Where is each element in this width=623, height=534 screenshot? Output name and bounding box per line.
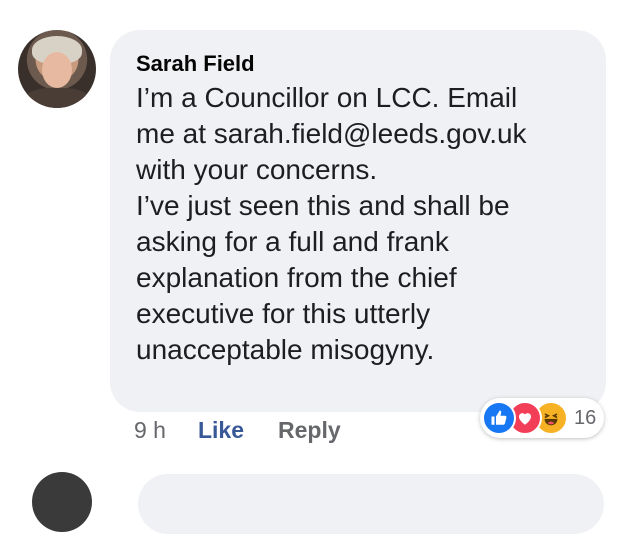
comment-timestamp[interactable]: 9 h	[134, 414, 166, 446]
comment-bubble: Sarah Field I’m a Councillor on LCC. Ema…	[110, 30, 606, 412]
reactions-summary[interactable]: 16	[480, 398, 605, 438]
avatar-body	[24, 88, 90, 108]
comment-text: I’m a Councillor on LCC. Email me at sar…	[136, 82, 527, 365]
reply-button[interactable]: Reply	[278, 414, 341, 446]
next-comment-bubble	[138, 474, 604, 534]
reaction-count: 16	[574, 406, 597, 429]
comment-author-name[interactable]: Sarah Field	[136, 50, 580, 78]
author-avatar[interactable]	[18, 30, 96, 108]
avatar-face	[42, 52, 72, 88]
like-button[interactable]: Like	[198, 414, 244, 446]
comment-actions: 9 h Like Reply	[134, 414, 341, 446]
like-icon	[482, 401, 516, 435]
next-comment-avatar[interactable]	[32, 472, 92, 532]
